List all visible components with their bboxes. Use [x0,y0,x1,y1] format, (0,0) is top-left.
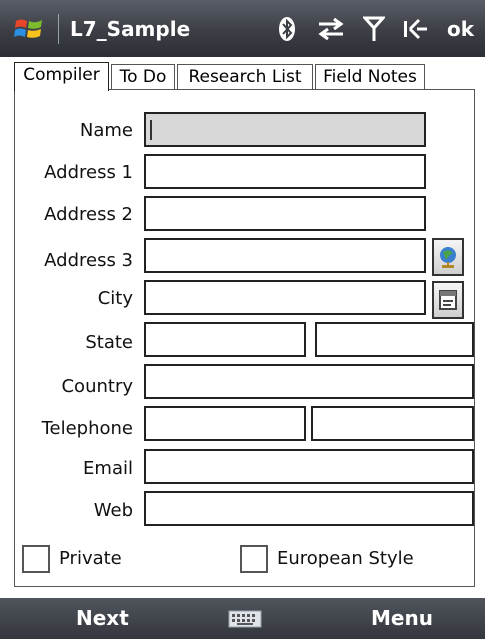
email-label: Email [83,458,133,479]
address1-label: Address 1 [44,162,133,183]
european-style-label: European Style [277,548,414,569]
web-field[interactable] [144,491,474,526]
volume-icon[interactable] [400,13,430,45]
telephone-ext-field[interactable] [311,406,474,441]
email-field[interactable] [144,449,474,484]
address-book-icon [439,290,457,310]
address1-field[interactable] [144,154,426,189]
private-checkbox[interactable] [22,545,50,573]
globe-lookup-button[interactable] [432,238,464,276]
text-caret [150,120,152,140]
tab-field-notes[interactable]: Field Notes [315,64,425,90]
telephone-field[interactable] [144,406,306,441]
country-label: Country [61,376,133,397]
name-label: Name [79,120,133,141]
next-softkey[interactable]: Next [76,606,129,630]
european-style-checkbox[interactable] [240,545,268,573]
private-label: Private [59,548,122,569]
ok-button[interactable]: ok [447,17,474,41]
name-field[interactable] [144,112,426,147]
city-field[interactable] [144,280,426,315]
title-bar: L7_Sample ok [0,0,485,57]
bluetooth-icon[interactable] [276,13,298,45]
address2-label: Address 2 [44,204,133,225]
state-field[interactable] [144,322,306,357]
menu-softkey[interactable]: Menu [371,606,433,630]
country-field[interactable] [144,364,474,399]
windows-start-icon[interactable] [14,16,44,42]
address2-field[interactable] [144,196,426,231]
address-book-button[interactable] [432,281,464,319]
city-label: City [97,288,133,309]
title-separator [58,14,59,44]
state-code-field[interactable] [315,322,474,357]
tab-to-do[interactable]: To Do [111,64,175,90]
signal-icon[interactable] [362,13,386,45]
globe-lookup-icon [440,247,456,268]
tab-compiler[interactable]: Compiler [14,62,109,91]
data-sync-icon[interactable] [314,13,348,45]
address3-label: Address 3 [44,250,133,271]
address3-field[interactable] [144,238,426,273]
web-label: Web [93,500,133,521]
softkey-bar: Next Menu [0,598,485,639]
app-title: L7_Sample [70,17,191,41]
telephone-label: Telephone [41,418,133,439]
tab-research-list[interactable]: Research List [177,64,313,90]
state-label: State [85,332,133,353]
keyboard-icon[interactable] [228,610,262,628]
